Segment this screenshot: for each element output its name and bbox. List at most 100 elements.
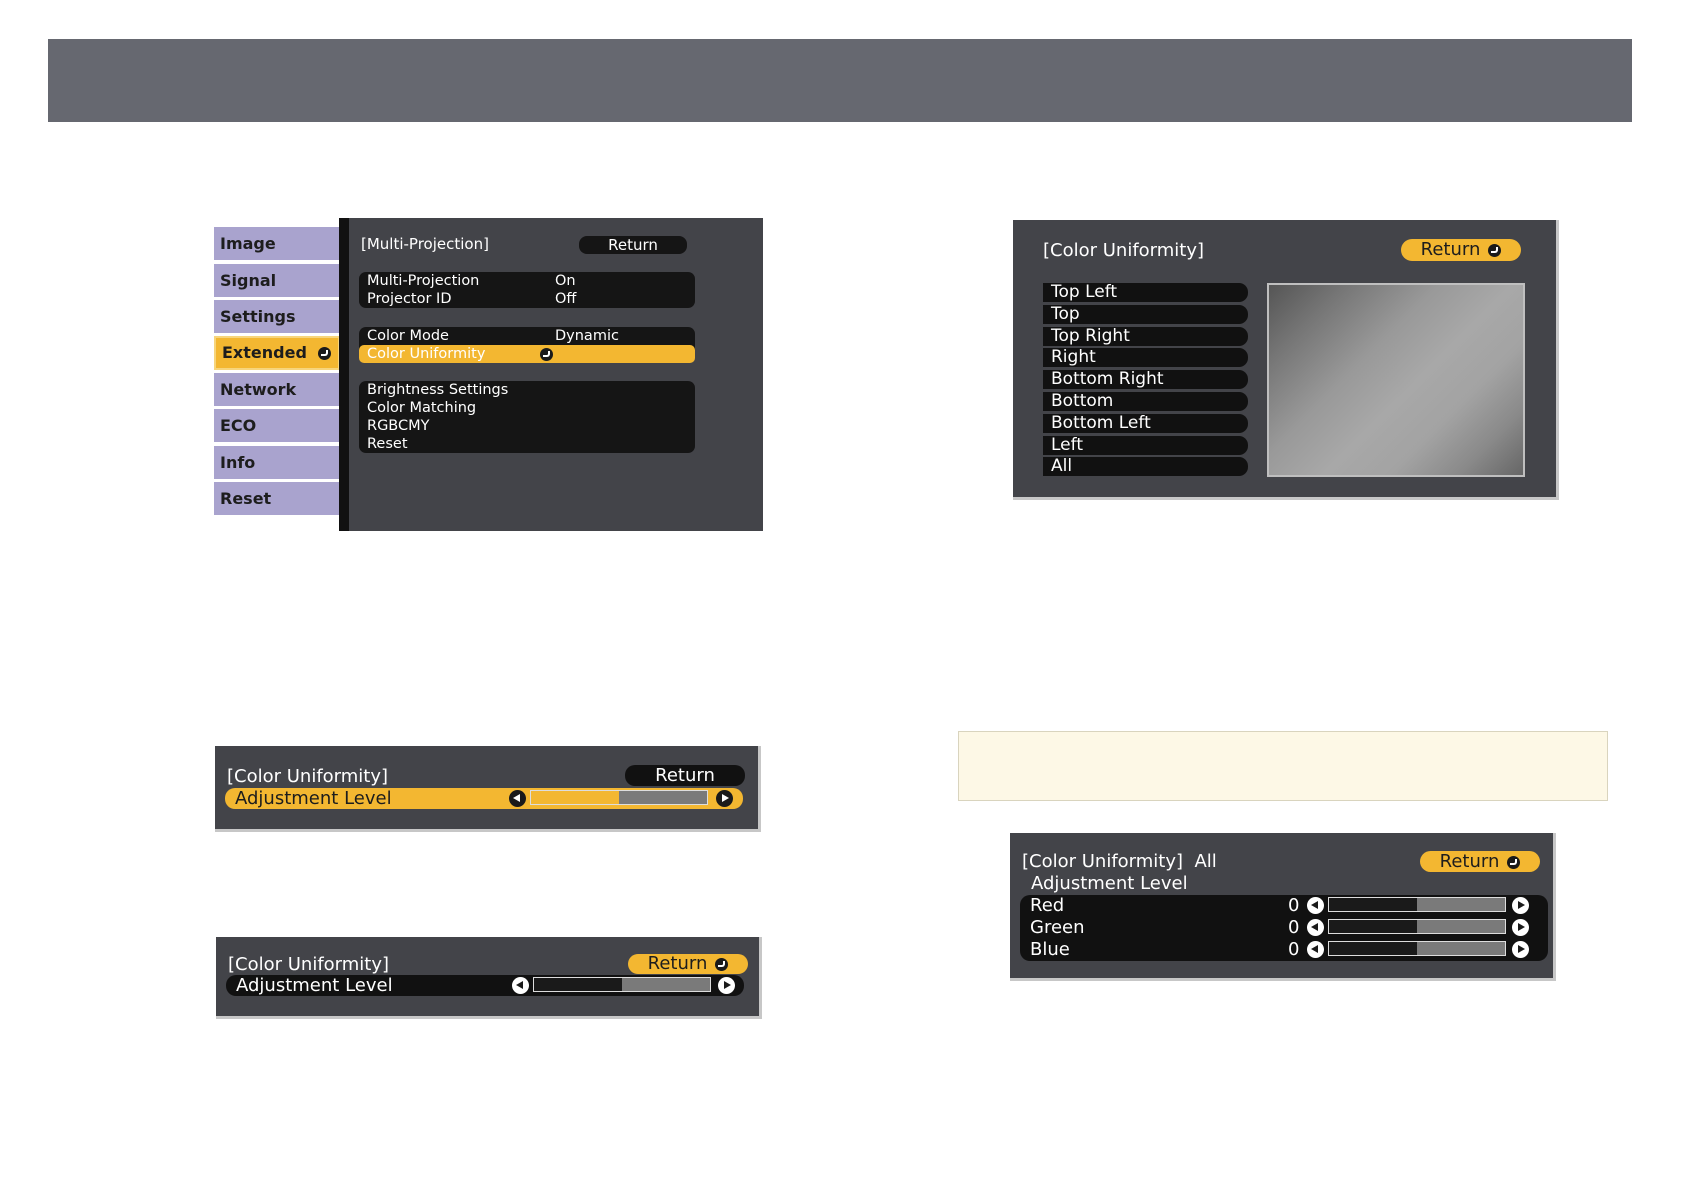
return-label: Return xyxy=(1439,851,1500,872)
adjustment-level-bar[interactable] xyxy=(533,977,711,992)
arrow-right-icon[interactable] xyxy=(1512,897,1529,914)
rgb-adjustment-screen: [Color Uniformity] All Return Adjustment… xyxy=(1010,833,1556,981)
tab-extended[interactable]: Extended xyxy=(214,336,340,370)
row-value: 0 xyxy=(1288,917,1300,938)
row-label: Red xyxy=(1030,895,1065,916)
arrow-left-icon[interactable] xyxy=(509,790,526,807)
level-bar[interactable] xyxy=(1328,897,1506,912)
menu-item-color-uniformity[interactable]: Color Uniformity xyxy=(359,345,695,363)
panel-divider xyxy=(339,218,349,531)
arrow-right-icon[interactable] xyxy=(716,790,733,807)
tab-settings[interactable]: Settings xyxy=(214,300,340,333)
menu-item-label: Brightness Settings xyxy=(367,382,509,398)
return-button[interactable]: Return xyxy=(1401,239,1521,261)
enter-icon xyxy=(1507,855,1521,869)
menu-item-label: Projector ID xyxy=(367,291,452,307)
enter-icon xyxy=(540,348,553,361)
tab-reset[interactable]: Reset xyxy=(214,482,340,515)
arrow-right-icon[interactable] xyxy=(1512,941,1529,958)
screen-subtitle: Adjustment Level xyxy=(1031,873,1188,894)
enter-icon xyxy=(715,957,729,971)
area-item-top-left[interactable]: Top Left xyxy=(1043,283,1248,302)
menu-group: Color Mode Dynamic Color Uniformity xyxy=(359,327,695,363)
menu-item-label: Reset xyxy=(367,436,408,452)
menu-item-brightness-settings[interactable]: Brightness Settings xyxy=(359,381,695,399)
return-label: Return xyxy=(647,953,708,974)
rgb-row-green[interactable]: Green 0 xyxy=(1020,917,1548,939)
tab-signal[interactable]: Signal xyxy=(214,264,340,297)
tab-image[interactable]: Image xyxy=(214,227,340,260)
menu-item-label: Color Matching xyxy=(367,400,477,416)
menu-item-reset[interactable]: Reset xyxy=(359,435,695,453)
menu-item-color-matching[interactable]: Color Matching xyxy=(359,399,695,417)
adjustment-level-screen-selected: [Color Uniformity] Return Adjustment Lev… xyxy=(215,746,761,832)
level-bar[interactable] xyxy=(1328,919,1506,934)
menu-item-color-mode[interactable]: Color Mode Dynamic xyxy=(359,327,695,345)
menu-item-rgbcmy[interactable]: RGBCMY xyxy=(359,417,695,435)
return-label: Return xyxy=(1420,239,1481,260)
tab-label: Extended xyxy=(222,343,307,362)
arrow-right-icon[interactable] xyxy=(1512,919,1529,936)
arrow-left-icon[interactable] xyxy=(512,977,529,994)
arrow-left-icon[interactable] xyxy=(1307,897,1324,914)
area-item-bottom[interactable]: Bottom xyxy=(1043,391,1248,411)
return-button[interactable]: Return xyxy=(625,765,745,786)
bar-fill xyxy=(1329,898,1417,911)
color-uniformity-area-screen: [Color Uniformity] Return Top Left Top T… xyxy=(1013,220,1559,500)
area-item-top[interactable]: Top xyxy=(1043,304,1248,324)
bar-fill xyxy=(534,978,622,991)
screen-title: [Color Uniformity] xyxy=(227,766,389,787)
area-item-left[interactable]: Left xyxy=(1043,435,1248,455)
rgb-row-blue[interactable]: Blue 0 xyxy=(1020,939,1548,961)
tab-eco[interactable]: ECO xyxy=(214,409,340,442)
adjustment-level-label: Adjustment Level xyxy=(236,975,393,996)
menu-title: [Multi-Projection] xyxy=(361,235,489,253)
return-button[interactable]: Return xyxy=(579,236,687,254)
rgb-row-red[interactable]: Red 0 xyxy=(1020,895,1548,917)
menu-item-label: Color Mode xyxy=(367,328,449,344)
row-value: 0 xyxy=(1288,895,1300,916)
bar-fill xyxy=(1329,920,1417,933)
tab-label: Info xyxy=(220,453,256,472)
area-item-bottom-left[interactable]: Bottom Left xyxy=(1043,413,1248,433)
return-button[interactable]: Return xyxy=(1420,851,1540,872)
menu-group: Brightness Settings Color Matching RGBCM… xyxy=(359,381,695,453)
tab-label: Image xyxy=(220,234,276,253)
note-box xyxy=(958,731,1608,801)
bar-fill xyxy=(1329,942,1417,955)
arrow-left-icon[interactable] xyxy=(1307,941,1324,958)
adjustment-level-screen: [Color Uniformity] Return Adjustment Lev… xyxy=(216,937,762,1019)
area-list: Top Left Top Top Right Right Bottom Righ… xyxy=(1043,283,1248,479)
tab-network[interactable]: Network xyxy=(214,373,340,406)
return-button[interactable]: Return xyxy=(628,954,748,974)
menu-item-label: RGBCMY xyxy=(367,418,430,434)
bar-fill xyxy=(531,791,619,804)
tab-label: Reset xyxy=(220,489,272,508)
arrow-right-icon[interactable] xyxy=(718,977,735,994)
area-item-bottom-right[interactable]: Bottom Right xyxy=(1043,370,1248,390)
row-label: Blue xyxy=(1030,939,1070,960)
area-name: All xyxy=(1194,851,1217,872)
tab-info[interactable]: Info xyxy=(214,446,340,479)
menu-item-projector-id[interactable]: Projector ID Off xyxy=(359,290,695,308)
area-item-top-right[interactable]: Top Right xyxy=(1043,326,1248,346)
menu-item-label: Multi-Projection xyxy=(367,273,480,289)
level-bar[interactable] xyxy=(1328,941,1506,956)
area-item-right[interactable]: Right xyxy=(1043,348,1248,368)
screen-title: [Color Uniformity] xyxy=(1043,240,1205,261)
menu-item-label: Color Uniformity xyxy=(367,346,486,362)
enter-icon xyxy=(318,347,331,360)
tab-label: Network xyxy=(220,380,297,399)
menu-item-value: Off xyxy=(555,291,577,307)
adjustment-level-row[interactable]: Adjustment Level xyxy=(225,788,743,809)
adjustment-level-bar[interactable] xyxy=(530,790,708,805)
menu-group: Multi-Projection On Projector ID Off xyxy=(359,272,695,308)
area-item-all[interactable]: All xyxy=(1043,457,1248,477)
tab-label: ECO xyxy=(220,416,257,435)
arrow-left-icon[interactable] xyxy=(1307,919,1324,936)
menu-item-multi-projection[interactable]: Multi-Projection On xyxy=(359,272,695,290)
adjustment-level-row[interactable]: Adjustment Level xyxy=(226,975,744,996)
area-preview-image xyxy=(1267,283,1525,477)
screen-title: [Color Uniformity] xyxy=(228,954,390,975)
screen-title: [Color Uniformity] All xyxy=(1022,851,1217,872)
